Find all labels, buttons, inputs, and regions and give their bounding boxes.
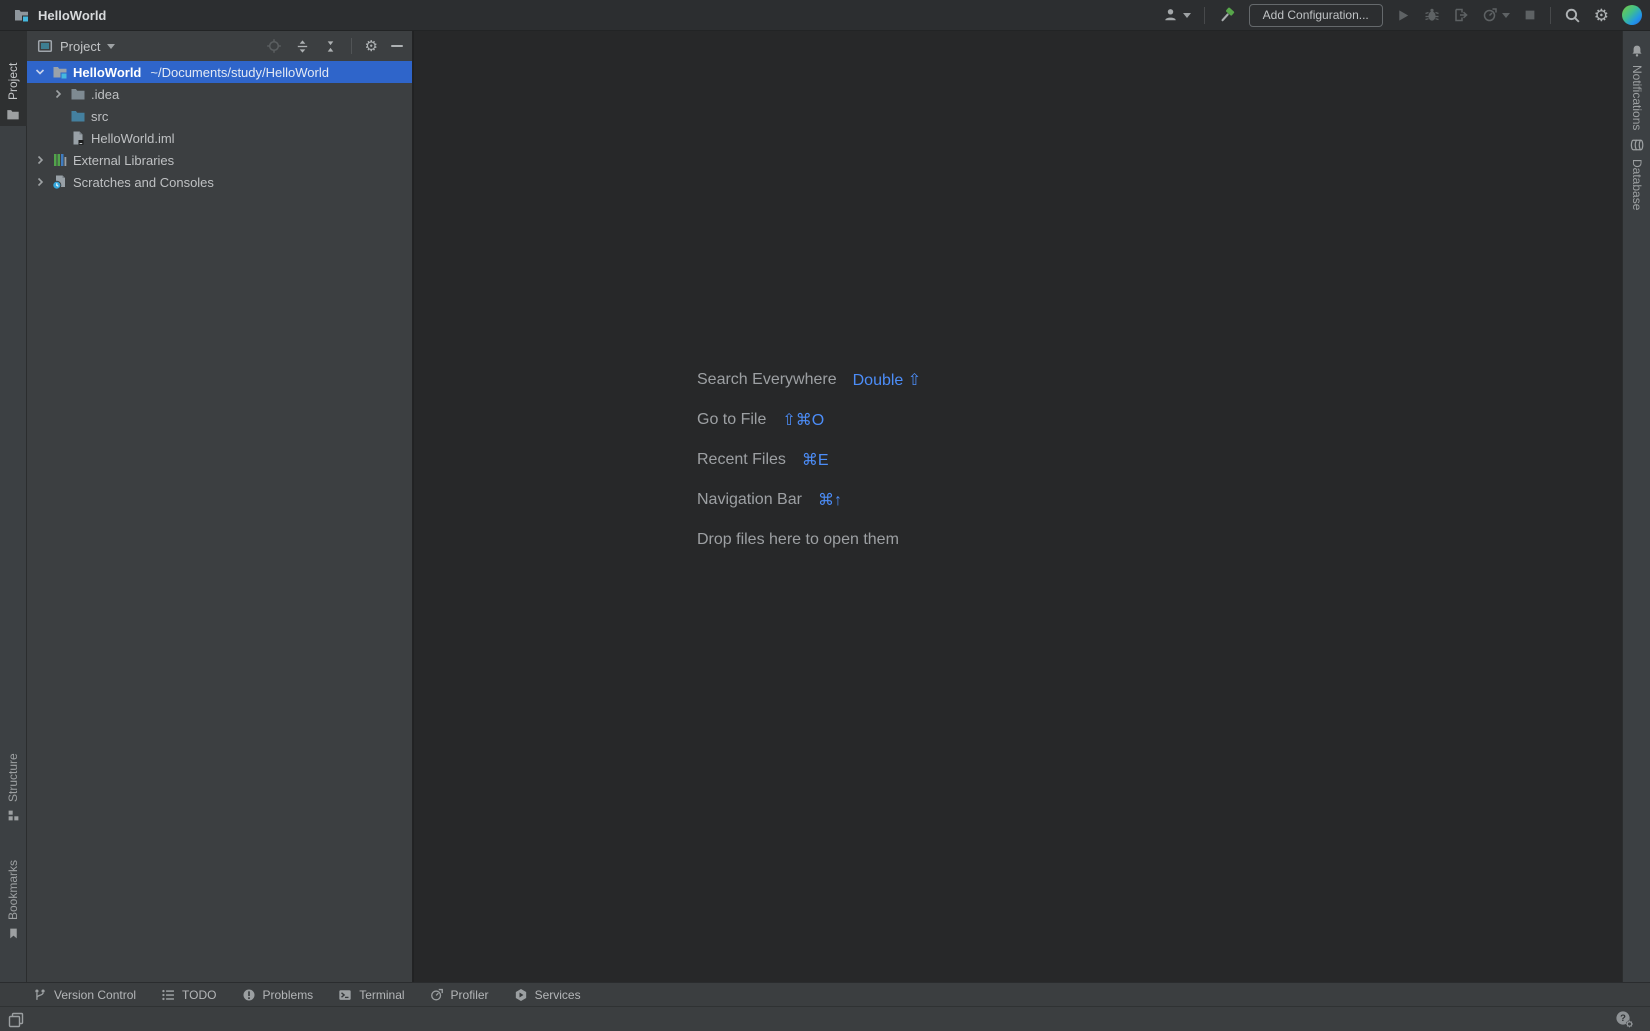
module-file-icon: [70, 130, 86, 146]
toggle-toolwindows-icon[interactable]: [8, 1012, 24, 1028]
chevron-collapsed-icon[interactable]: [51, 88, 65, 100]
hint-shortcut: ⇧⌘O: [782, 412, 825, 429]
hint-label: Navigation Bar: [697, 491, 802, 508]
user-avatar[interactable]: [1622, 5, 1642, 25]
stripe-label-structure: Structure: [6, 753, 20, 802]
stripe-label-project: Project: [6, 62, 20, 100]
stripe-tab-bookmarks[interactable]: Bookmarks: [4, 860, 22, 940]
expand-all-icon[interactable]: [295, 39, 310, 54]
profiler-gauge-icon: [430, 988, 443, 1000]
tree-item-path: ~/Documents/study/HelloWorld: [150, 64, 329, 80]
stripe-tab-database[interactable]: Database: [1628, 138, 1646, 210]
settings-gear-icon[interactable]: ⚙: [1594, 7, 1609, 24]
locate-file-icon[interactable]: [266, 38, 282, 54]
problems-icon: [242, 988, 255, 1001]
window-title: HelloWorld: [38, 7, 107, 23]
chevron-collapsed-icon[interactable]: [33, 176, 47, 188]
database-icon: [1630, 138, 1644, 152]
run-with-coverage-icon[interactable]: [1453, 7, 1469, 23]
run-icon[interactable]: [1396, 8, 1411, 23]
project-folder-icon: [52, 64, 68, 80]
hint-label: Recent Files: [697, 451, 786, 468]
user-icon: [1164, 9, 1176, 21]
toolbar-button-todo[interactable]: TODO: [161, 988, 217, 1002]
tree-item-idea[interactable]: .idea: [27, 83, 412, 105]
header-separator: [350, 38, 352, 54]
tree-item-helloworld-iml[interactable]: HelloWorld.iml: [27, 127, 412, 149]
toolbar-button-services[interactable]: Services: [514, 988, 581, 1002]
stripe-tab-notifications[interactable]: Notifications: [1628, 44, 1646, 130]
chevron-down-icon: [1501, 12, 1510, 18]
stop-icon[interactable]: [1523, 8, 1537, 22]
svg-text:?: ?: [1620, 1013, 1626, 1024]
search-everywhere-icon[interactable]: [1564, 7, 1581, 24]
libraries-icon: [52, 152, 68, 168]
hint-label: Go to File: [697, 411, 767, 428]
project-tree: HelloWorld ~/Documents/study/HelloWorld …: [27, 61, 412, 193]
stripe-tab-structure[interactable]: Structure: [4, 753, 22, 822]
title-bar: HelloWorld Add Configuration... ⚙: [0, 0, 1650, 31]
tree-item-external-libraries[interactable]: External Libraries: [27, 149, 412, 171]
tree-item-src[interactable]: src: [27, 105, 412, 127]
build-hammer-icon[interactable]: [1218, 6, 1236, 24]
toolbar-button-problems[interactable]: Problems: [242, 988, 313, 1002]
project-panel-header: Project ⚙: [27, 31, 412, 61]
tree-item-label: HelloWorld: [73, 64, 142, 80]
stripe-tab-project[interactable]: Project: [4, 63, 22, 122]
version-control-icon: [35, 988, 45, 1000]
project-view-selector[interactable]: Project: [60, 39, 100, 54]
project-folder-icon: [13, 7, 30, 23]
chevron-collapsed-icon[interactable]: [33, 154, 47, 166]
tree-item-label: src: [91, 108, 109, 124]
tree-item-label: Scratches and Consoles: [73, 174, 214, 190]
chevron-expanded-icon[interactable]: [33, 66, 47, 78]
stripe-label-bookmarks: Bookmarks: [6, 859, 20, 920]
stripe-label-notifications: Notifications: [1630, 65, 1644, 131]
editor-empty-area: [413, 31, 1622, 982]
terminal-icon: [339, 989, 351, 1000]
tree-item-label: External Libraries: [73, 152, 175, 168]
stripe-label-database: Database: [1630, 159, 1644, 211]
tree-item-label: HelloWorld.iml: [91, 130, 175, 146]
tree-item-helloworld-root[interactable]: HelloWorld ~/Documents/study/HelloWorld: [27, 61, 412, 83]
toolbar-separator: [1549, 6, 1551, 24]
editor-shortcut-hints: Search Everywhere Double ⇧ Go to File ⇧⌘…: [697, 370, 921, 550]
chevron-down-icon: [1182, 12, 1191, 18]
profiler-icon: [1483, 8, 1497, 22]
collapse-all-icon[interactable]: [323, 39, 338, 54]
tree-item-scratches[interactable]: Scratches and Consoles: [27, 171, 412, 193]
scratches-icon: [52, 174, 68, 190]
help-status-icon[interactable]: ?: [1614, 1010, 1636, 1029]
tool-window-icon: [37, 38, 53, 54]
hide-panel-icon[interactable]: [391, 45, 403, 47]
toolbar-button-profiler[interactable]: Profiler: [430, 988, 489, 1002]
chevron-down-icon[interactable]: [107, 43, 116, 49]
add-configuration-button[interactable]: Add Configuration...: [1248, 3, 1383, 27]
hint-shortcut: ⌘E: [801, 452, 829, 469]
todo-list-icon: [162, 989, 174, 1000]
toolbar-separator: [1203, 6, 1205, 24]
drop-files-hint: Drop files here to open them: [697, 531, 899, 548]
project-tool-window: Project ⚙ HelloWorld ~/Documents/study/H…: [27, 31, 413, 982]
folder-icon: [70, 86, 86, 102]
source-folder-icon: [70, 108, 86, 124]
folder-icon: [6, 108, 21, 122]
services-icon: [515, 988, 526, 1001]
left-tool-stripe: [0, 31, 27, 982]
tree-item-label: .idea: [91, 86, 120, 102]
panel-settings-gear-icon[interactable]: ⚙: [365, 39, 378, 54]
debug-icon[interactable]: [1424, 7, 1440, 23]
bookmark-icon: [7, 927, 20, 940]
hint-shortcut: Double ⇧: [852, 372, 922, 389]
toolbar-button-version-control[interactable]: Version Control: [33, 988, 136, 1002]
status-bar: ?: [0, 1006, 1650, 1031]
bell-icon: [1630, 44, 1644, 58]
users-menu-button[interactable]: [1162, 7, 1191, 23]
bottom-tool-window-bar: Version Control TODO Problems Terminal P…: [0, 982, 1650, 1006]
profile-run-button[interactable]: [1482, 7, 1510, 23]
hint-label: Search Everywhere: [697, 371, 837, 388]
toolbar-button-terminal[interactable]: Terminal: [338, 988, 405, 1002]
structure-icon: [7, 809, 20, 822]
hint-shortcut: ⌘↑: [817, 492, 842, 509]
